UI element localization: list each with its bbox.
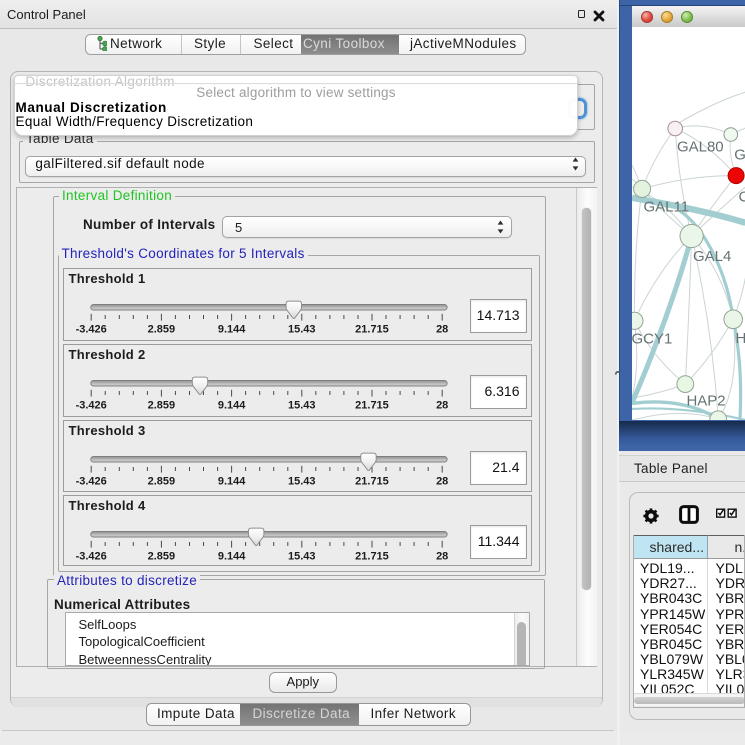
- svg-text:C..: C..: [738, 188, 745, 205]
- svg-text:28: 28: [436, 323, 448, 335]
- svg-text:GAL11: GAL11: [643, 199, 689, 216]
- svg-text:15.43: 15.43: [288, 399, 316, 411]
- svg-text:15.43: 15.43: [288, 550, 316, 562]
- svg-text:9.144: 9.144: [218, 550, 246, 562]
- svg-text:-3.426: -3.426: [75, 323, 106, 335]
- svg-text:9.144: 9.144: [218, 475, 246, 487]
- svg-text:2.859: 2.859: [147, 550, 175, 562]
- svg-text:-3.426: -3.426: [75, 399, 106, 411]
- svg-text:15.43: 15.43: [288, 323, 316, 335]
- svg-text:2.859: 2.859: [147, 475, 175, 487]
- svg-text:28: 28: [436, 550, 448, 562]
- svg-text:28: 28: [436, 475, 448, 487]
- svg-text:21.715: 21.715: [355, 550, 389, 562]
- svg-text:21.715: 21.715: [355, 399, 389, 411]
- svg-text:GCY1: GCY1: [632, 330, 672, 347]
- svg-text:28: 28: [436, 399, 448, 411]
- svg-text:H: H: [735, 330, 745, 347]
- svg-text:2.859: 2.859: [147, 399, 175, 411]
- svg-text:2.859: 2.859: [147, 323, 175, 335]
- svg-text:GAL80: GAL80: [677, 138, 724, 155]
- svg-text:9.144: 9.144: [218, 323, 246, 335]
- svg-text:9.144: 9.144: [218, 399, 246, 411]
- svg-text:HAP2: HAP2: [686, 393, 725, 410]
- svg-text:21.715: 21.715: [355, 323, 389, 335]
- svg-text:-3.426: -3.426: [75, 475, 106, 487]
- svg-text:GAL4: GAL4: [693, 248, 731, 265]
- svg-text:G..: G..: [734, 147, 745, 164]
- svg-text:15.43: 15.43: [288, 475, 316, 487]
- svg-text:-3.426: -3.426: [75, 550, 106, 562]
- svg-text:21.715: 21.715: [355, 475, 389, 487]
